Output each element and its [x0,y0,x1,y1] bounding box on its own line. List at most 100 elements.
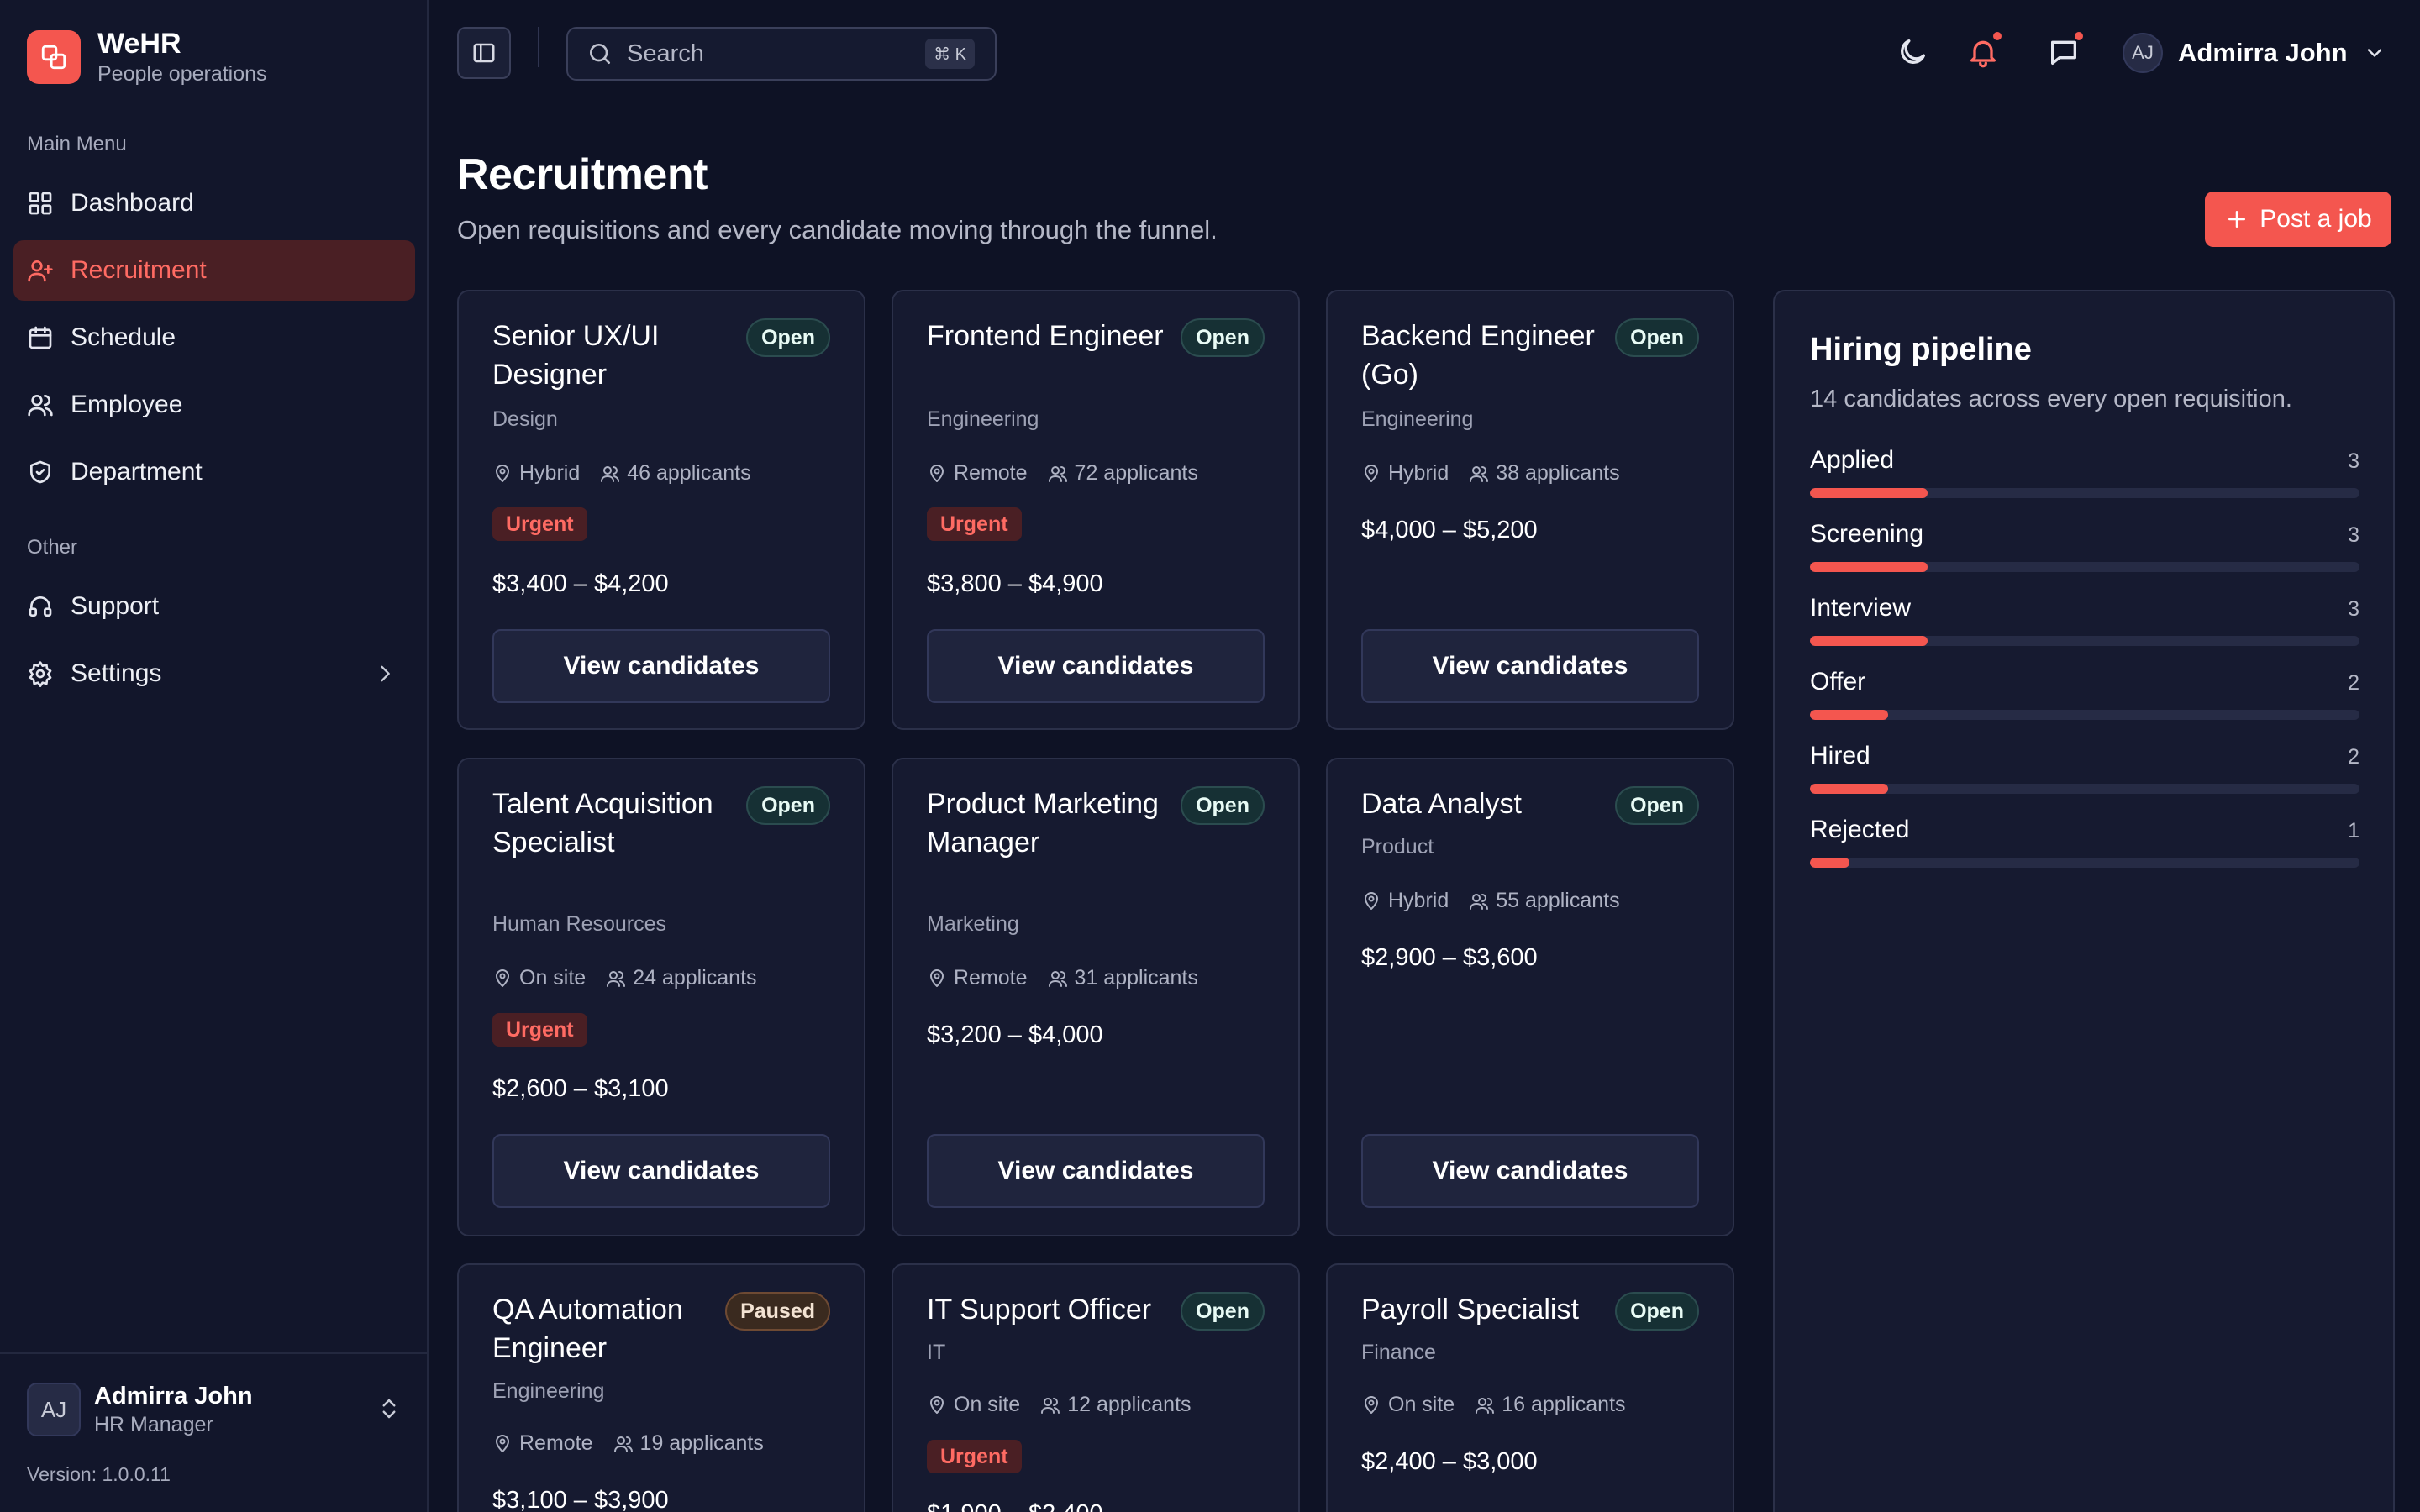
stage-name: Interview [1810,594,1912,622]
sidebar-item-employee[interactable]: Employee [13,375,415,435]
job-applicants: 72 applicants [1074,461,1198,485]
job-card: Product Marketing Manager Open Marketing… [892,758,1300,1236]
search-input[interactable] [627,39,913,68]
sidebar-item-settings[interactable]: Settings [13,643,415,704]
stage-progress-track [1810,858,2360,868]
job-location: Hybrid [1388,889,1449,912]
job-salary: $4,000 – $5,200 [1361,517,1538,543]
stage-progress-fill [1810,488,1928,498]
search-shortcut-badge: ⌘ K [925,39,975,69]
view-candidates-button[interactable]: View candidates [1361,629,1699,703]
job-location: On site [1388,1393,1455,1416]
job-location: On site [954,1393,1021,1416]
status-badge: Open [1181,318,1265,357]
job-location: Hybrid [519,461,581,485]
avatar: AJ [27,1383,81,1436]
sidebar-item-support[interactable]: Support [13,576,415,637]
topbar-user-menu[interactable]: AJ Admirra John [2123,33,2386,73]
brand[interactable]: WeHR People operations [27,27,267,87]
logo-icon [27,30,81,84]
view-candidates-button[interactable]: View candidates [927,1134,1265,1208]
sidebar-item-label: Recruitment [71,256,207,284]
stage-progress-track [1810,562,2360,572]
job-department: Engineering [927,407,1039,431]
view-candidates-button[interactable]: View candidates [927,629,1265,703]
map-pin-icon [927,464,947,484]
search-icon [587,40,613,67]
job-title: Data Analyst [1361,788,1522,820]
map-pin-icon [1361,891,1381,911]
stage-progress-fill [1810,710,1889,720]
chevron-down-icon [2363,41,2386,65]
sidebar-toggle-button[interactable] [457,27,511,79]
chevron-right-icon [373,662,397,685]
stage-name: Screening [1810,520,1924,548]
users-icon [27,391,54,418]
job-applicants: 24 applicants [633,966,757,990]
topbar-user-name: Admirra John [2178,38,2348,67]
stage-progress-track [1810,488,2360,498]
pipeline-stage: Applied 3 [1810,446,2360,498]
users-icon [613,1434,634,1454]
job-salary: $3,100 – $3,900 [492,1487,669,1512]
job-location: Hybrid [1388,461,1449,485]
job-title: Frontend Engineer [927,320,1164,352]
search-box[interactable]: ⌘ K [566,27,997,81]
stage-count: 2 [2348,671,2360,695]
view-candidates-button[interactable]: View candidates [1361,1134,1699,1208]
stage-name: Hired [1810,742,1870,769]
stage-progress-fill [1810,784,1889,794]
urgent-badge: Urgent [492,507,587,541]
job-meta: Remote 19 applicants [492,1431,764,1456]
job-card: Talent Acquisition Specialist Open Human… [457,758,865,1236]
job-title: Product Marketing Manager [927,788,1159,858]
job-applicants: 55 applicants [1496,889,1620,912]
view-candidates-button[interactable]: View candidates [492,629,830,703]
sidebar-item-department[interactable]: Department [13,442,415,502]
stage-count: 3 [2348,449,2360,473]
version-label: Version: 1.0.0.11 [27,1463,171,1485]
stage-progress-track [1810,784,2360,794]
job-location: Remote [954,461,1028,485]
job-card: Frontend Engineer Open Engineering Remot… [892,290,1300,730]
job-department: Design [492,407,558,431]
sidebar-item-dashboard[interactable]: Dashboard [13,173,415,234]
pipeline-stage: Offer 2 [1810,668,2360,720]
job-salary: $2,600 – $3,100 [492,1075,669,1102]
status-badge: Open [746,318,830,357]
stage-name: Rejected [1810,816,1910,843]
job-meta: Remote 31 applicants [927,966,1198,990]
users-icon [1475,1395,1495,1415]
sidebar-user-card[interactable]: AJ Admirra John HR Manager [27,1381,402,1438]
sidebar-item-schedule[interactable]: Schedule [13,307,415,368]
chevrons-up-down-icon[interactable] [376,1396,402,1421]
job-meta: Hybrid 55 applicants [1361,889,1620,913]
job-card: IT Support Officer Open IT On site 12 ap… [892,1263,1300,1512]
job-meta: On site 16 applicants [1361,1393,1626,1417]
job-meta: Remote 72 applicants [927,461,1198,486]
status-badge: Open [1181,1292,1265,1331]
sidebar-item-label: Schedule [71,323,176,351]
job-applicants: 38 applicants [1496,461,1620,485]
job-applicants: 19 applicants [639,1431,764,1455]
stage-count: 1 [2348,819,2360,843]
moon-icon[interactable] [1896,35,1929,69]
message-dot [2073,30,2085,42]
job-department: Human Resources [492,912,667,936]
sidebar: WeHR People operations Main Menu Dashboa… [0,0,429,1512]
topbar-divider [538,27,539,67]
pipeline-stage: Hired 2 [1810,742,2360,794]
post-job-button[interactable]: Post a job [2205,192,2391,247]
job-title: Talent Acquisition Specialist [492,788,713,858]
job-title: Senior UX/UI Designer [492,320,660,391]
users-icon [1040,1395,1060,1415]
hiring-pipeline-card: Hiring pipeline 14 candidates across eve… [1773,290,2395,1512]
stage-count: 3 [2348,597,2360,621]
status-badge: Open [1615,1292,1699,1331]
job-applicants: 31 applicants [1074,966,1198,990]
view-candidates-button[interactable]: View candidates [492,1134,830,1208]
job-department: Engineering [492,1379,605,1403]
urgent-badge: Urgent [927,507,1022,541]
sidebar-item-recruitment[interactable]: Recruitment [13,240,415,301]
users-icon [1048,969,1068,989]
